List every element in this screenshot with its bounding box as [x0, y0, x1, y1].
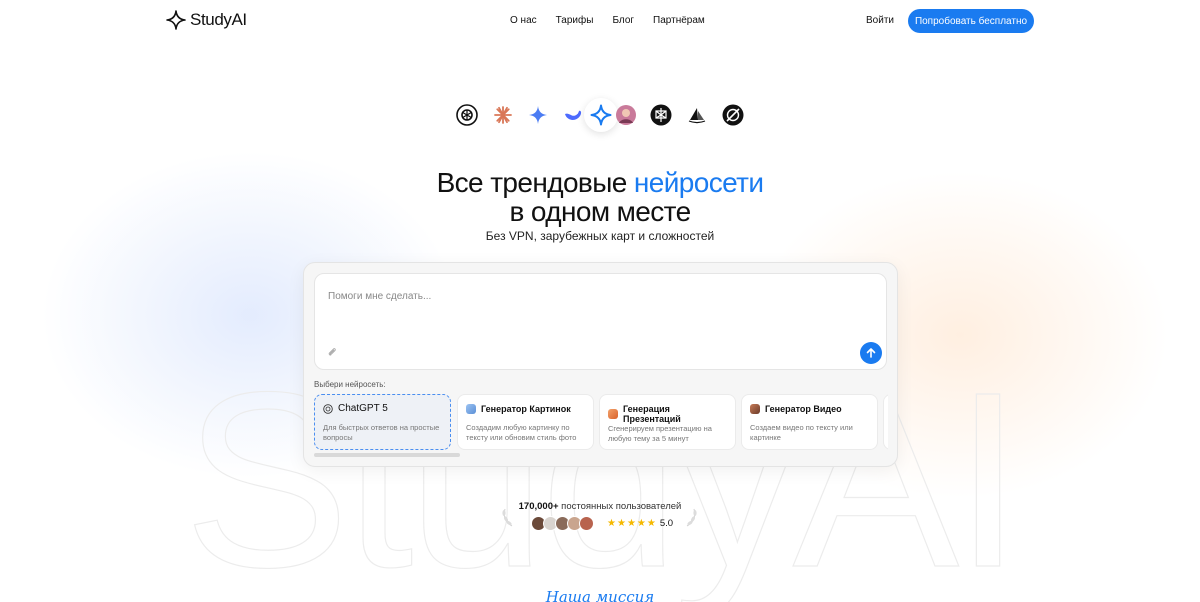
- claude-icon: [492, 104, 514, 126]
- prompt-card: Помоги мне сделать... Выбери нейросеть: …: [303, 262, 898, 467]
- model-desc: Создадим любую картинку по тексту или об…: [466, 423, 577, 442]
- model-card-chatgpt[interactable]: ChatGPT 5 Для быстрых ответов на простые…: [314, 394, 451, 450]
- mission-title: Наша миссия: [545, 588, 655, 602]
- users-count-text: постоянных пользователей: [558, 501, 682, 512]
- video-icon: [750, 404, 760, 414]
- laurel-left-icon: [500, 506, 516, 533]
- nav-item-about[interactable]: О нас: [510, 15, 537, 26]
- hero-title-part2: в одном месте: [509, 196, 691, 227]
- nav-item-pricing[interactable]: Тарифы: [556, 15, 594, 26]
- model-desc: Создаем видео по тексту или картинке: [750, 423, 853, 442]
- try-free-button[interactable]: Попробовать бесплатно: [908, 9, 1034, 33]
- model-desc: Сгенерируем презентацию на любую тему за…: [608, 424, 712, 443]
- perplexity-icon: [650, 104, 672, 126]
- send-button[interactable]: [860, 342, 882, 364]
- openai-icon: [323, 404, 333, 414]
- model-title: Генератор Видео: [765, 404, 842, 414]
- laurel-right-icon: [683, 506, 699, 533]
- user-avatars: [531, 516, 594, 531]
- choose-model-label: Выбери нейросеть:: [314, 380, 386, 389]
- nav-item-blog[interactable]: Блог: [612, 15, 634, 26]
- avatar: [579, 516, 594, 531]
- ai-model-icons: [455, 98, 755, 132]
- hero-title: Все трендовые нейросети в одном месте: [0, 168, 1200, 226]
- login-link[interactable]: Войти: [866, 15, 894, 26]
- grok-icon: [722, 104, 744, 126]
- model-card-presentation[interactable]: Генерация Презентаций Сгенерируем презен…: [599, 394, 736, 450]
- model-title: ChatGPT 5: [338, 403, 388, 414]
- model-card-partial[interactable]: [883, 394, 888, 450]
- hero-subtitle: Без VPN, зарубежных карт и сложностей: [485, 229, 715, 243]
- arrow-up-icon: [866, 348, 876, 358]
- main-nav: О нас Тарифы Блог Партнёрам: [510, 15, 705, 26]
- prompt-input[interactable]: Помоги мне сделать...: [314, 273, 887, 370]
- model-list-scrollbar[interactable]: [314, 453, 460, 457]
- prompt-placeholder: Помоги мне сделать...: [328, 291, 432, 302]
- rating-value: 5.0: [659, 518, 674, 529]
- model-title: Генерация Презентаций: [623, 404, 681, 424]
- image-icon: [466, 404, 476, 414]
- model-list: ChatGPT 5 Для быстрых ответов на простые…: [314, 394, 888, 450]
- star-icon: ★: [607, 518, 616, 529]
- avatar-icon: [615, 104, 637, 126]
- star-icon: ★: [626, 518, 636, 529]
- deepseek-icon: [562, 104, 584, 126]
- presentation-icon: [608, 409, 618, 419]
- hero-title-accent: нейросети: [633, 167, 764, 198]
- rating: ★ ★ ★ ★ ★ 5.0: [607, 518, 673, 529]
- studyai-star-icon: [584, 98, 618, 132]
- hero-title-part1: Все трендовые: [436, 167, 634, 198]
- openai-icon: [456, 104, 478, 126]
- users-count-number: 170,000+: [518, 501, 559, 512]
- model-title: Генератор Картинок: [481, 404, 571, 414]
- brand-name: StudyAI: [190, 10, 247, 29]
- star-icon: ★: [616, 518, 626, 529]
- users-count: 170,000+ постоянных пользователей: [0, 501, 1200, 512]
- attach-icon[interactable]: [327, 347, 337, 360]
- model-desc: Для быстрых ответов на простые вопросы: [323, 423, 440, 442]
- logo[interactable]: StudyAI: [166, 10, 247, 30]
- nav-item-partners[interactable]: Партнёрам: [653, 15, 705, 26]
- star-icon: ★: [646, 518, 656, 529]
- gemini-icon: [527, 104, 549, 126]
- model-card-video[interactable]: Генератор Видео Создаем видео по тексту …: [741, 394, 878, 450]
- star-icon: ★: [636, 518, 646, 529]
- midjourney-icon: [686, 104, 708, 126]
- studyai-logo-icon: [166, 10, 186, 30]
- model-card-image-generator[interactable]: Генератор Картинок Создадим любую картин…: [457, 394, 594, 450]
- header: StudyAI О нас Тарифы Блог Партнёрам Войт…: [0, 0, 1200, 42]
